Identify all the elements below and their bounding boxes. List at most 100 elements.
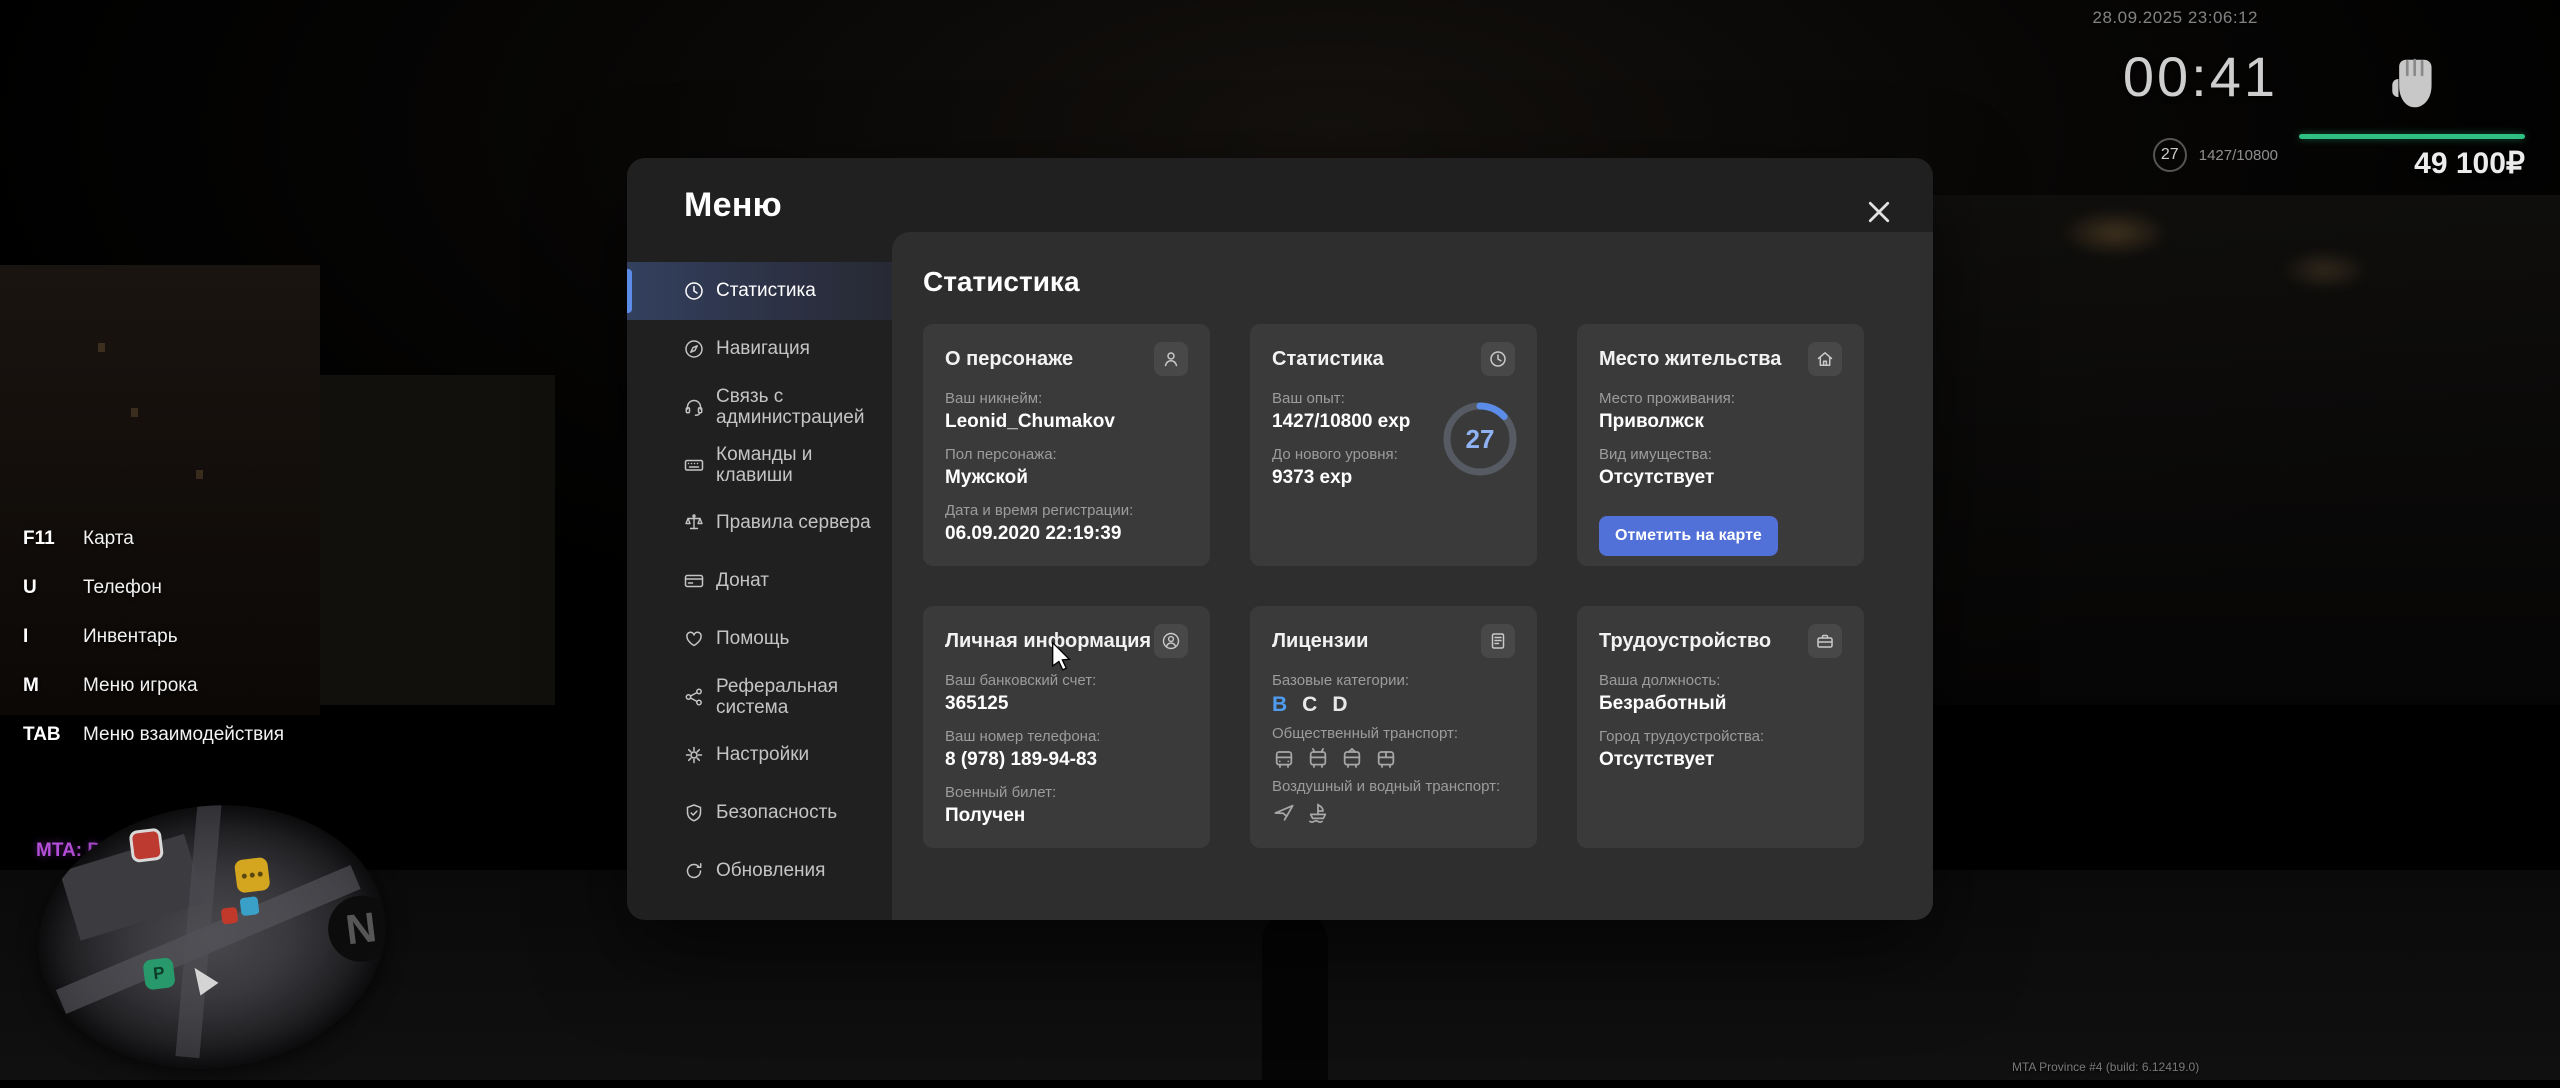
profile-icon xyxy=(1154,624,1188,658)
hotkey-row: M Меню игрока xyxy=(23,675,284,697)
hud-timer: 00:41 xyxy=(2122,45,2278,108)
field-residence-city: Место проживания: Приволжск xyxy=(1599,390,1735,432)
build-version: MTA Province #4 (build: 6.12419.0) xyxy=(2012,1060,2200,1074)
hotkey-key: I xyxy=(23,626,29,647)
field-property: Вид имущества: Отсутствует xyxy=(1599,446,1715,488)
document-icon xyxy=(1481,624,1515,658)
level-badge: 27 xyxy=(2152,138,2187,172)
hotkey-row: F11 Карта xyxy=(23,528,284,550)
minimap-marker-small-cyan xyxy=(239,896,260,917)
license-categories: B C D xyxy=(1272,693,1515,717)
sidebar-item-security[interactable]: Безопасность xyxy=(627,784,892,842)
exp-bar xyxy=(2299,134,2525,139)
money-display: 49 100₽ xyxy=(2414,147,2525,180)
air-water-icons xyxy=(1272,799,1515,823)
sidebar-item-referral[interactable]: Реферальная система xyxy=(627,668,892,726)
close-icon[interactable] xyxy=(1863,196,1895,228)
card-character: О персонаже Ваш никнейм: Leonid_Chumakov… xyxy=(923,324,1210,566)
level-number: 27 xyxy=(1465,423,1495,454)
scales-icon xyxy=(685,514,703,530)
refresh-icon xyxy=(686,863,702,879)
hotkey-row: I Инвентарь xyxy=(23,626,284,648)
card-title: Личная информация xyxy=(945,629,1152,652)
bus-icon xyxy=(1275,751,1293,768)
hotkey-list: F11 Карта U Телефон I Инвентарь M Меню и… xyxy=(23,528,284,746)
license-category-c: C xyxy=(1302,693,1318,716)
sidebar-item-commands[interactable]: Команды и клавиши xyxy=(627,436,892,494)
sidebar-item-settings[interactable]: Настройки xyxy=(627,726,892,784)
plane-icon xyxy=(1274,804,1294,821)
sidebar-item-label: Помощь xyxy=(716,628,790,650)
stat-cards-grid: О персонаже Ваш никнейм: Leonid_Chumakov… xyxy=(923,324,1933,848)
card-employment: Трудоустройство Ваша должность: Безработ… xyxy=(1577,606,1864,848)
menu-sidebar: Статистика Связь с администрацией Навига… xyxy=(627,262,892,900)
hotkey-key: F11 xyxy=(23,528,55,549)
shuttle-icon xyxy=(1377,751,1395,768)
minimap-marker-yellow xyxy=(233,856,271,894)
fist-icon xyxy=(2387,46,2441,125)
sidebar-item-updates[interactable]: Обновления xyxy=(627,842,892,900)
sidebar-item-help[interactable]: Помощь xyxy=(627,610,892,668)
sidebar-item-label: Навигация xyxy=(716,338,810,360)
card-residence: Место жительства Место проживания: Приво… xyxy=(1577,324,1864,566)
level-progress-ring: 27 xyxy=(1441,400,1519,478)
home-icon xyxy=(1808,342,1842,376)
hotkey-label: Телефон xyxy=(83,577,162,598)
hud-datetime: 28.09.2025 23:06:12 xyxy=(2092,8,2258,27)
mark-on-map-button[interactable]: Отметить на карте xyxy=(1599,516,1778,556)
sidebar-item-label: Реферальная система xyxy=(716,675,839,718)
hotkey-label: Меню игрока xyxy=(83,675,198,696)
gear-icon xyxy=(685,746,703,764)
hotkey-key: M xyxy=(23,675,39,696)
sidebar-item-navigation[interactable]: Связь с администрацией Навигация xyxy=(627,320,892,378)
keyboard-icon xyxy=(684,459,704,471)
card-icon xyxy=(684,574,704,588)
sidebar-item-donate[interactable]: Донат xyxy=(627,552,892,610)
sidebar-item-label: Настройки xyxy=(716,744,810,766)
sidebar-item-rules[interactable]: Правила сервера xyxy=(627,494,892,552)
public-transport-icons xyxy=(1272,746,1515,770)
field-nickname: Ваш никнейм: Leonid_Chumakov xyxy=(945,390,1115,432)
tram-icon xyxy=(1343,748,1361,768)
exp-text: 1427/10800 xyxy=(2198,146,2278,164)
field-phone-number: Ваш номер телефона: 8 (978) 189-94-83 xyxy=(945,728,1101,770)
license-category-d: D xyxy=(1332,693,1348,716)
sidebar-item-label: Донат xyxy=(716,570,769,592)
sidebar-item-label: Статистика xyxy=(716,280,816,302)
sidebar-item-statistics[interactable]: Статистика xyxy=(627,262,892,320)
compass-north-icon: N xyxy=(324,891,398,966)
card-title: О персонаже xyxy=(945,347,1074,370)
sidebar-item-label: Правила сервера xyxy=(716,512,871,534)
sidebar-item-label: Обновления xyxy=(716,860,826,882)
field-military-id: Военный билет: Получен xyxy=(945,784,1057,826)
hotkey-key: U xyxy=(23,577,37,598)
hotkey-label: Карта xyxy=(83,528,134,549)
sidebar-item-admin-contact[interactable]: Связь с администрацией xyxy=(627,378,892,436)
minimap-marker-small-red xyxy=(220,906,239,925)
sidebar-item-label: Команды и клавиши xyxy=(716,443,813,486)
menu-title: Меню xyxy=(684,186,783,224)
license-category-b: B xyxy=(1272,693,1288,716)
stats-icon xyxy=(685,282,703,300)
categories-label: Базовые категории: xyxy=(1272,672,1410,689)
card-title: Лицензии xyxy=(1272,629,1369,652)
navigation-icon xyxy=(685,340,703,358)
card-title: Трудоустройство xyxy=(1599,629,1772,652)
content-heading: Статистика xyxy=(923,266,1080,297)
hotkey-row: TAB Меню взаимодействия xyxy=(23,724,284,746)
menu-content: Статистика О персонаже Ваш никнейм: Leon… xyxy=(892,232,1933,920)
share-icon xyxy=(685,688,702,706)
minimap-parking-blip: P xyxy=(142,957,176,991)
minimap-marker-red xyxy=(128,827,165,864)
trolleybus-icon xyxy=(1309,748,1327,768)
hotkey-key: TAB xyxy=(23,724,61,745)
hotkey-label: Меню взаимодействия xyxy=(83,724,285,745)
hud-level-exp: 27 1427/10800 xyxy=(2152,138,2278,172)
clock-icon xyxy=(1481,342,1515,376)
field-job-city: Город трудоустройства: Отсутствует xyxy=(1599,728,1765,770)
public-transport-label: Общественный транспорт: xyxy=(1272,725,1459,742)
air-water-label: Воздушный и водный транспорт: xyxy=(1272,778,1501,795)
menu-window: Меню Статистика Связь с администрацией Н… xyxy=(627,158,1933,920)
card-title: Место жительства xyxy=(1599,347,1782,370)
card-personal-info: Личная информация Ваш банковский счет: 3… xyxy=(923,606,1210,848)
